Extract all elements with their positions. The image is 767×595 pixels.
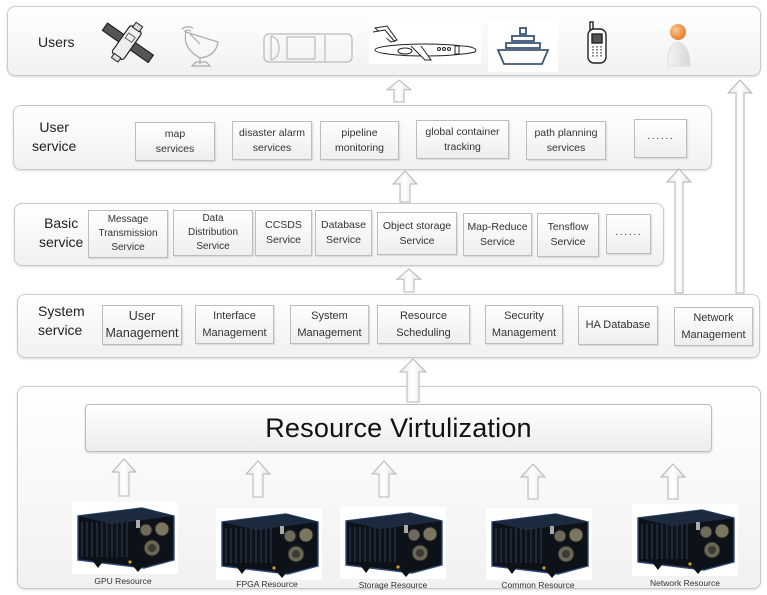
- storage-resource-device[interactable]: [340, 507, 446, 579]
- satellite-icon: [97, 18, 157, 70]
- system-service-security-management[interactable]: Security Management: [485, 305, 563, 344]
- hardware-box-icon: [486, 508, 592, 580]
- arrow-storage-to-virt: [371, 460, 397, 498]
- user-service-layer-label: User service: [32, 119, 77, 154]
- hardware-box-icon: [632, 504, 738, 576]
- system-service-ha-database[interactable]: HA Database: [578, 306, 658, 345]
- system-service-interface-management[interactable]: Interface Management: [195, 305, 274, 344]
- common-resource-device[interactable]: [486, 508, 592, 580]
- user-service-disaster-alarm[interactable]: disaster alarm services: [232, 121, 312, 160]
- ship-icon: [488, 20, 558, 72]
- arrow-system-to-user-service-right: [666, 168, 692, 294]
- mobile-phone-icon: [583, 20, 611, 66]
- common-resource-label: Common Resource: [501, 580, 575, 590]
- system-service-resource-scheduling[interactable]: Resource Scheduling: [377, 305, 470, 344]
- basic-service-more[interactable]: ······: [606, 214, 651, 254]
- arrow-common-to-virt: [520, 463, 546, 500]
- user-service-global-container-tracking[interactable]: global container tracking: [416, 120, 509, 159]
- user-service-more[interactable]: ······: [634, 119, 687, 158]
- fpga-resource-label: FPGA Resource: [236, 579, 298, 589]
- arrow-system-to-basic: [396, 268, 422, 293]
- storage-resource-label: Storage Resource: [358, 580, 428, 590]
- arrow-resource-to-system: [399, 358, 427, 403]
- gpu-resource-device[interactable]: [72, 502, 178, 574]
- user-service-path-planning[interactable]: path planning services: [526, 121, 606, 160]
- arrow-basic-to-user-service: [392, 170, 418, 203]
- satellite-dish-icon: [178, 26, 224, 70]
- system-service-layer-label: System service: [38, 303, 85, 338]
- system-service-network-management[interactable]: Network Management: [674, 307, 753, 346]
- basic-service-map-reduce[interactable]: Map-Reduce Service: [463, 213, 532, 256]
- arrow-system-to-users-right: [727, 79, 753, 294]
- gpu-resource-label: GPU Resource: [94, 576, 152, 586]
- basic-service-layer-label: Basic service: [39, 215, 84, 250]
- system-service-system-management[interactable]: System Management: [290, 305, 369, 344]
- hardware-box-icon: [72, 502, 178, 574]
- system-service-user-management[interactable]: User Management: [102, 305, 182, 345]
- basic-service-message-transmission[interactable]: Message Transmission Service: [88, 210, 168, 258]
- basic-service-object-storage[interactable]: Object storage Service: [377, 212, 457, 255]
- resource-virtualization-bar[interactable]: Resource Virtulization: [85, 404, 712, 452]
- car-icon: [263, 32, 353, 64]
- arrow-user-service-to-users: [386, 79, 412, 103]
- network-resource-label: Network Resource: [650, 578, 720, 588]
- network-resource-device[interactable]: [632, 504, 738, 576]
- user-service-map-services[interactable]: map services: [135, 122, 215, 161]
- arrow-gpu-to-virt: [111, 458, 137, 497]
- fpga-resource-device[interactable]: [216, 508, 322, 580]
- arrow-fpga-to-virt: [245, 460, 271, 498]
- user-service-pipeline-monitoring[interactable]: pipeline monitoring: [320, 121, 399, 160]
- basic-service-database[interactable]: Database Service: [315, 210, 372, 256]
- basic-service-ccsds[interactable]: CCSDS Service: [255, 210, 312, 256]
- airplane-icon: [369, 22, 481, 64]
- person-icon: [664, 22, 694, 68]
- hardware-box-icon: [216, 508, 322, 580]
- arrow-network-to-virt: [660, 463, 686, 500]
- users-layer-label: Users: [38, 34, 75, 50]
- basic-service-data-distribution[interactable]: Data Distribution Service: [173, 210, 253, 256]
- hardware-box-icon: [340, 507, 446, 579]
- basic-service-tensflow[interactable]: Tensflow Service: [537, 213, 599, 257]
